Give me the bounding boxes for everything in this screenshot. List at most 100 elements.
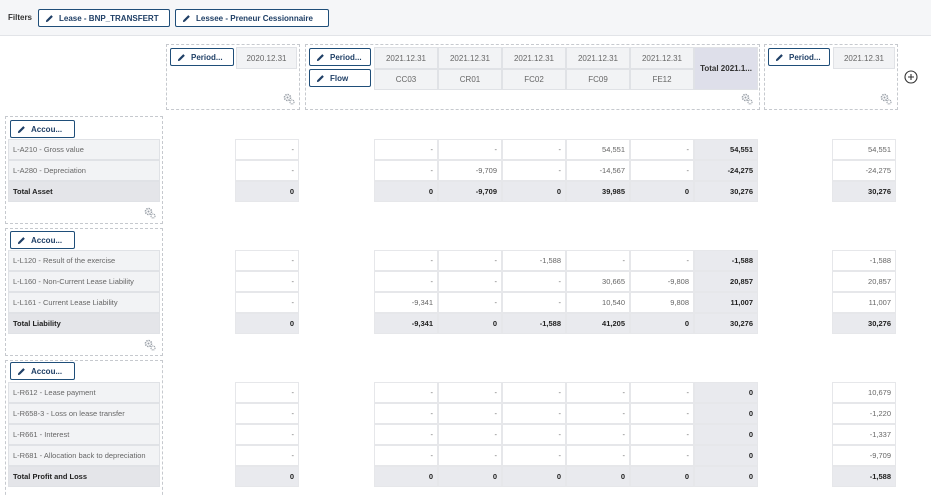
data-cell[interactable]: 30,276 bbox=[832, 313, 896, 334]
data-cell[interactable]: - bbox=[374, 403, 438, 424]
data-cell[interactable]: - bbox=[438, 292, 502, 313]
data-cell[interactable]: 0 bbox=[502, 181, 566, 202]
settings-gear-icon[interactable] bbox=[144, 339, 156, 351]
data-cell[interactable]: 0 bbox=[235, 466, 299, 487]
data-cell[interactable]: 9,808 bbox=[630, 292, 694, 313]
data-cell[interactable]: -9,709 bbox=[832, 445, 896, 466]
data-cell[interactable]: -9,709 bbox=[438, 160, 502, 181]
data-cell[interactable]: -9,341 bbox=[374, 313, 438, 334]
data-cell[interactable]: - bbox=[566, 445, 630, 466]
data-cell[interactable]: - bbox=[235, 250, 299, 271]
settings-gear-icon[interactable] bbox=[880, 93, 892, 105]
data-cell[interactable]: - bbox=[438, 139, 502, 160]
settings-gear-icon[interactable] bbox=[283, 93, 295, 105]
flow-button[interactable]: Flow bbox=[309, 69, 371, 87]
data-cell[interactable]: - bbox=[566, 250, 630, 271]
data-cell[interactable]: 0 bbox=[630, 181, 694, 202]
data-cell[interactable]: - bbox=[235, 292, 299, 313]
data-cell[interactable]: - bbox=[502, 445, 566, 466]
data-cell[interactable]: - bbox=[438, 382, 502, 403]
data-cell[interactable]: - bbox=[235, 271, 299, 292]
data-cell[interactable]: - bbox=[502, 160, 566, 181]
data-cell[interactable]: - bbox=[630, 139, 694, 160]
data-cell[interactable]: - bbox=[630, 403, 694, 424]
data-cell[interactable]: -9,709 bbox=[438, 181, 502, 202]
data-cell[interactable]: 0 bbox=[235, 181, 299, 202]
data-cell[interactable]: 39,985 bbox=[566, 181, 630, 202]
data-cell[interactable]: - bbox=[502, 139, 566, 160]
data-cell[interactable]: - bbox=[502, 424, 566, 445]
data-cell[interactable]: -1,588 bbox=[502, 313, 566, 334]
total-column-cell[interactable]: 0 bbox=[694, 382, 758, 403]
data-cell[interactable]: -14,567 bbox=[566, 160, 630, 181]
data-cell[interactable]: - bbox=[374, 250, 438, 271]
data-cell[interactable]: 11,007 bbox=[832, 292, 896, 313]
data-cell[interactable]: - bbox=[374, 139, 438, 160]
data-cell[interactable]: - bbox=[374, 445, 438, 466]
data-cell[interactable]: - bbox=[374, 160, 438, 181]
data-cell[interactable]: -1,588 bbox=[832, 466, 896, 487]
data-cell[interactable]: - bbox=[235, 160, 299, 181]
total-column-cell[interactable]: 11,007 bbox=[694, 292, 758, 313]
data-cell[interactable]: - bbox=[630, 424, 694, 445]
data-cell[interactable]: - bbox=[235, 424, 299, 445]
total-column-cell[interactable]: 30,276 bbox=[694, 313, 758, 334]
total-column-cell[interactable]: -24,275 bbox=[694, 160, 758, 181]
data-cell[interactable]: - bbox=[235, 382, 299, 403]
data-cell[interactable]: -24,275 bbox=[832, 160, 896, 181]
data-cell[interactable]: - bbox=[502, 403, 566, 424]
data-cell[interactable]: - bbox=[438, 424, 502, 445]
filter-lease-button[interactable]: Lease - BNP_TRANSFERT bbox=[38, 9, 170, 27]
data-cell[interactable]: 30,665 bbox=[566, 271, 630, 292]
data-cell[interactable]: 0 bbox=[630, 313, 694, 334]
data-cell[interactable]: - bbox=[374, 424, 438, 445]
data-cell[interactable]: - bbox=[235, 403, 299, 424]
total-column-cell[interactable]: 0 bbox=[694, 445, 758, 466]
data-cell[interactable]: 41,205 bbox=[566, 313, 630, 334]
account-button-profit-loss[interactable]: Accou... bbox=[10, 362, 75, 380]
data-cell[interactable]: 0 bbox=[566, 466, 630, 487]
add-column-icon[interactable] bbox=[904, 70, 918, 84]
data-cell[interactable]: 0 bbox=[374, 466, 438, 487]
data-cell[interactable]: - bbox=[502, 382, 566, 403]
data-cell[interactable]: 0 bbox=[374, 181, 438, 202]
data-cell[interactable]: - bbox=[630, 445, 694, 466]
total-column-cell[interactable]: 20,857 bbox=[694, 271, 758, 292]
total-column-cell[interactable]: 30,276 bbox=[694, 181, 758, 202]
data-cell[interactable]: - bbox=[630, 250, 694, 271]
data-cell[interactable]: -9,808 bbox=[630, 271, 694, 292]
data-cell[interactable]: 20,857 bbox=[832, 271, 896, 292]
data-cell[interactable]: 0 bbox=[502, 466, 566, 487]
data-cell[interactable]: 10,679 bbox=[832, 382, 896, 403]
data-cell[interactable]: 0 bbox=[438, 466, 502, 487]
data-cell[interactable]: - bbox=[630, 160, 694, 181]
data-cell[interactable]: - bbox=[438, 250, 502, 271]
data-cell[interactable]: - bbox=[566, 382, 630, 403]
data-cell[interactable]: 0 bbox=[235, 313, 299, 334]
data-cell[interactable]: - bbox=[566, 403, 630, 424]
total-column-cell[interactable]: 0 bbox=[694, 466, 758, 487]
account-button-asset[interactable]: Accou... bbox=[10, 120, 75, 138]
data-cell[interactable]: - bbox=[438, 271, 502, 292]
data-cell[interactable]: -1,220 bbox=[832, 403, 896, 424]
filter-lessee-button[interactable]: Lessee - Preneur Cessionnaire bbox=[175, 9, 329, 27]
data-cell[interactable]: - bbox=[630, 382, 694, 403]
data-cell[interactable]: - bbox=[502, 271, 566, 292]
data-cell[interactable]: - bbox=[502, 292, 566, 313]
settings-gear-icon[interactable] bbox=[741, 93, 753, 105]
data-cell[interactable]: - bbox=[566, 424, 630, 445]
total-column-cell[interactable]: 0 bbox=[694, 403, 758, 424]
data-cell[interactable]: 30,276 bbox=[832, 181, 896, 202]
data-cell[interactable]: -1,337 bbox=[832, 424, 896, 445]
data-cell[interactable]: - bbox=[374, 382, 438, 403]
period-button-2021[interactable]: Period... bbox=[309, 48, 371, 66]
data-cell[interactable]: - bbox=[235, 139, 299, 160]
data-cell[interactable]: - bbox=[438, 403, 502, 424]
settings-gear-icon[interactable] bbox=[144, 207, 156, 219]
account-button-liability[interactable]: Accou... bbox=[10, 231, 75, 249]
data-cell[interactable]: 0 bbox=[630, 466, 694, 487]
data-cell[interactable]: 54,551 bbox=[566, 139, 630, 160]
data-cell[interactable]: 0 bbox=[438, 313, 502, 334]
data-cell[interactable]: -1,588 bbox=[502, 250, 566, 271]
period-button-2020[interactable]: Period... bbox=[170, 48, 234, 66]
